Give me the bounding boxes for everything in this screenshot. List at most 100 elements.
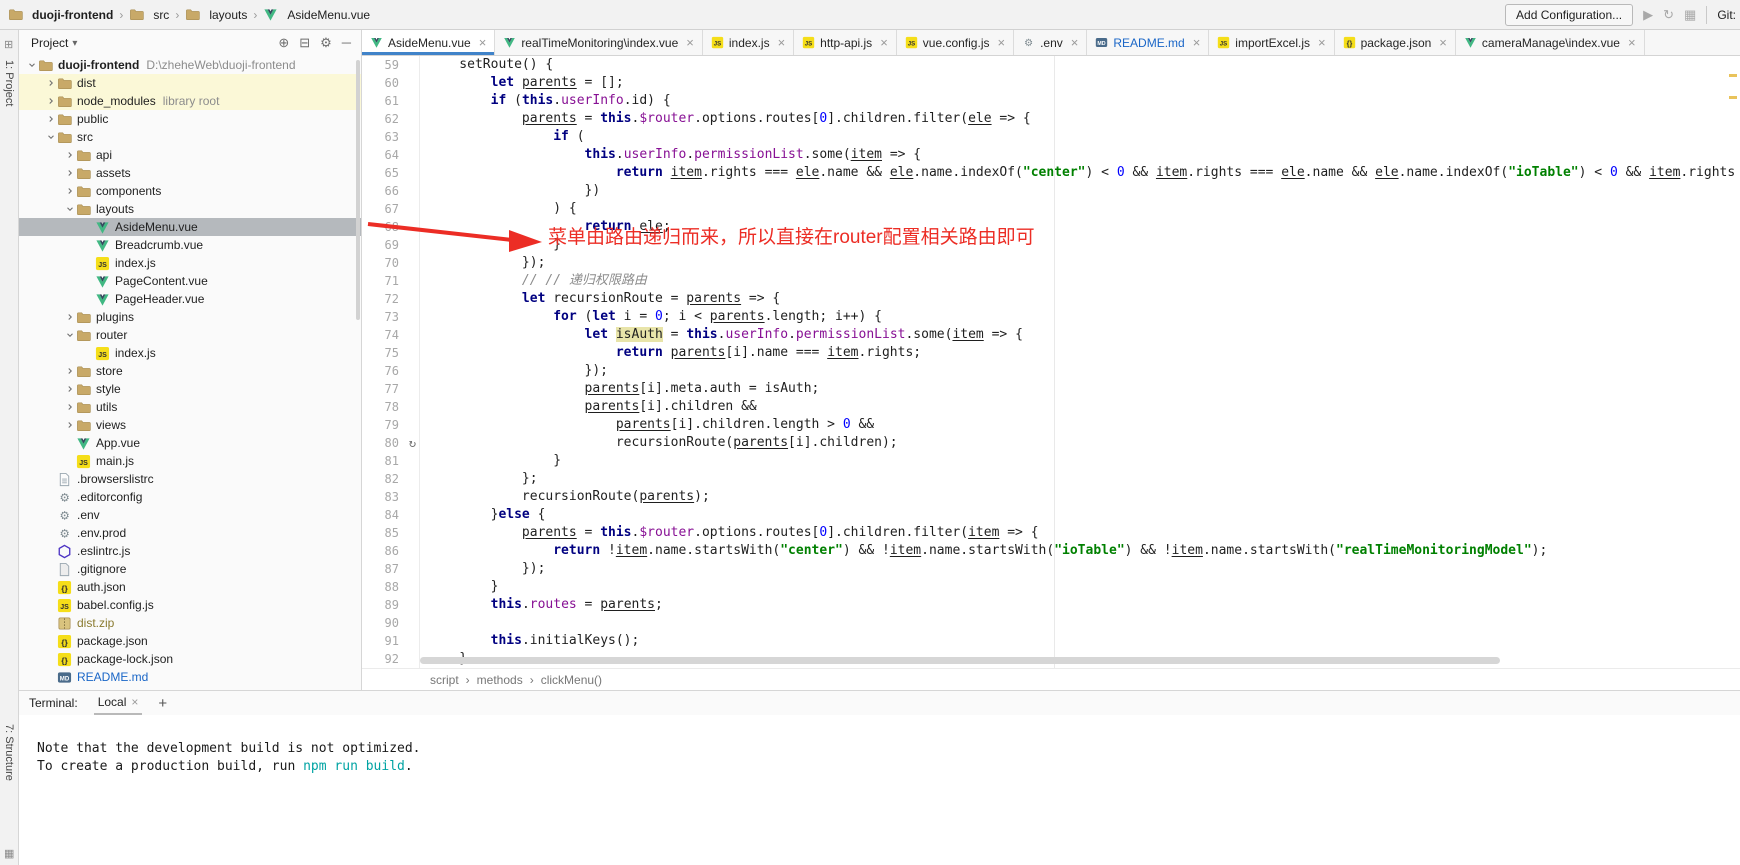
editor-tab-realtimemonitoring-index-vue[interactable]: realTimeMonitoring\index.vue×	[495, 30, 703, 55]
tree-item-main-js[interactable]: JSmain.js	[19, 452, 361, 470]
hide-icon[interactable]: ─	[342, 35, 351, 51]
close-tab-icon[interactable]: ×	[686, 35, 694, 50]
tree-item-style[interactable]: style	[19, 380, 361, 398]
chevron-down-icon[interactable]	[44, 132, 57, 142]
line-number[interactable]: 71	[362, 272, 419, 290]
close-tab-icon[interactable]: ×	[479, 35, 487, 50]
tree-item-auth-json[interactable]: {}auth.json	[19, 578, 361, 596]
code-line[interactable]: });	[428, 254, 1740, 272]
code-line[interactable]: });	[428, 560, 1740, 578]
line-number[interactable]: 70	[362, 254, 419, 272]
close-tab-icon[interactable]: ×	[778, 35, 786, 50]
line-number[interactable]: 61	[362, 92, 419, 110]
line-number[interactable]: 83	[362, 488, 419, 506]
code-line[interactable]: });	[428, 362, 1740, 380]
tree-item-browserslistrc[interactable]: .browserslistrc	[19, 470, 361, 488]
line-number[interactable]: 78	[362, 398, 419, 416]
new-terminal-button[interactable]: +	[158, 695, 167, 712]
chevron-right-icon[interactable]	[44, 78, 57, 88]
line-number[interactable]: 79	[362, 416, 419, 434]
line-number[interactable]: 77	[362, 380, 419, 398]
nav-crumb-duoji-frontend[interactable]: duoji-frontend	[8, 7, 113, 22]
line-number[interactable]: 89	[362, 596, 419, 614]
tree-item-duoji-frontend[interactable]: duoji-frontendD:\zheheWeb\duoji-frontend	[19, 56, 361, 74]
chevron-down-icon[interactable]: ▾	[72, 38, 77, 49]
line-number[interactable]: 82	[362, 470, 419, 488]
line-number[interactable]: 91	[362, 632, 419, 650]
line-number[interactable]: 80↻	[362, 434, 419, 452]
tree-item-breadcrumb-vue[interactable]: Breadcrumb.vue	[19, 236, 361, 254]
recursive-call-icon[interactable]: ↻	[409, 434, 416, 452]
chevron-down-icon[interactable]	[63, 330, 76, 340]
line-number[interactable]: 72	[362, 290, 419, 308]
editor-crumb-clickmenu[interactable]: clickMenu()	[541, 673, 602, 687]
code-line[interactable]: let isAuth = this.userInfo.permissionLis…	[428, 326, 1740, 344]
tree-item-dist[interactable]: dist	[19, 74, 361, 92]
tree-item-api[interactable]: api	[19, 146, 361, 164]
terminal-tab-close-icon[interactable]: ×	[131, 695, 138, 709]
line-number[interactable]: 65	[362, 164, 419, 182]
code-line[interactable]: for (let i = 0; i < parents.length; i++)…	[428, 308, 1740, 326]
locate-icon[interactable]: ⊕	[278, 35, 289, 51]
tree-item-index-js[interactable]: JSindex.js	[19, 344, 361, 362]
collapse-all-icon[interactable]: ⊟	[299, 35, 310, 51]
nav-crumb-src[interactable]: src	[129, 7, 169, 22]
line-number[interactable]: 76	[362, 362, 419, 380]
editor-hscrollbar[interactable]	[420, 657, 1500, 664]
settings-icon[interactable]: ⚙	[320, 35, 332, 51]
chevron-right-icon[interactable]	[63, 402, 76, 412]
tree-item-dist-zip[interactable]: dist.zip	[19, 614, 361, 632]
tree-item-pagecontent-vue[interactable]: PageContent.vue	[19, 272, 361, 290]
line-number[interactable]: 81	[362, 452, 419, 470]
line-number[interactable]: 87	[362, 560, 419, 578]
editor-tab-package-json[interactable]: {}package.json×	[1335, 30, 1456, 55]
code-line[interactable]: return parents[i].name === item.rights;	[428, 344, 1740, 362]
run-icon[interactable]: ▶	[1643, 7, 1653, 23]
structure-tool-button[interactable]: 7: Structure	[3, 724, 15, 781]
tree-item-layouts[interactable]: layouts	[19, 200, 361, 218]
code-line[interactable]: })	[428, 182, 1740, 200]
chevron-down-icon[interactable]	[63, 204, 76, 214]
tree-item-plugins[interactable]: plugins	[19, 308, 361, 326]
line-number[interactable]: 74	[362, 326, 419, 344]
code-line[interactable]: this.userInfo.permissionList.some(item =…	[428, 146, 1740, 164]
editor-tab-readme-md[interactable]: MDREADME.md×	[1087, 30, 1209, 55]
project-panel-title[interactable]: Project	[31, 36, 68, 50]
line-number[interactable]: 66	[362, 182, 419, 200]
chevron-right-icon[interactable]	[63, 384, 76, 394]
code-line[interactable]: }	[428, 452, 1740, 470]
code-line[interactable]: recursionRoute(parents);	[428, 488, 1740, 506]
tree-item-node-modules[interactable]: node_moduleslibrary root	[19, 92, 361, 110]
tree-item-store[interactable]: store	[19, 362, 361, 380]
editor-crumb-script[interactable]: script	[430, 673, 459, 687]
close-tab-icon[interactable]: ×	[1439, 35, 1447, 50]
tree-item-package-lock-json[interactable]: {}package-lock.json	[19, 650, 361, 668]
code-line[interactable]: if (this.userInfo.id) {	[428, 92, 1740, 110]
code-line[interactable]: this.routes = parents;	[428, 596, 1740, 614]
editor-tab-importexcel-js[interactable]: JSimportExcel.js×	[1209, 30, 1334, 55]
editor-tab-asidemenu-vue[interactable]: AsideMenu.vue×	[362, 30, 495, 55]
line-number[interactable]: 63	[362, 128, 419, 146]
code-line[interactable]: parents[i].children &&	[428, 398, 1740, 416]
code-line[interactable]: let parents = [];	[428, 74, 1740, 92]
line-number[interactable]: 67	[362, 200, 419, 218]
tree-item-app-vue[interactable]: App.vue	[19, 434, 361, 452]
tree-item-env[interactable]: ⚙.env	[19, 506, 361, 524]
error-stripe-mark[interactable]	[1729, 74, 1737, 77]
tree-item-index-js[interactable]: JSindex.js	[19, 254, 361, 272]
code-line[interactable]: };	[428, 470, 1740, 488]
code-line[interactable]: parents[i].children.length > 0 &&	[428, 416, 1740, 434]
chevron-right-icon[interactable]	[63, 150, 76, 160]
tree-item-readme-md[interactable]: MDREADME.md	[19, 668, 361, 686]
git-widget-label[interactable]: Git:	[1706, 6, 1740, 24]
code-line[interactable]: setRoute() {	[428, 56, 1740, 74]
tree-item-utils[interactable]: utils	[19, 398, 361, 416]
editor[interactable]: 5960616263646566676869707172737475767778…	[362, 56, 1740, 668]
chevron-down-icon[interactable]	[25, 60, 38, 70]
chevron-right-icon[interactable]	[63, 168, 76, 178]
line-number[interactable]: 85	[362, 524, 419, 542]
editor-tab-env[interactable]: ⚙.env×	[1014, 30, 1087, 55]
line-number[interactable]: 64	[362, 146, 419, 164]
close-tab-icon[interactable]: ×	[997, 35, 1005, 50]
editor-tab-http-api-js[interactable]: JShttp-api.js×	[794, 30, 897, 55]
